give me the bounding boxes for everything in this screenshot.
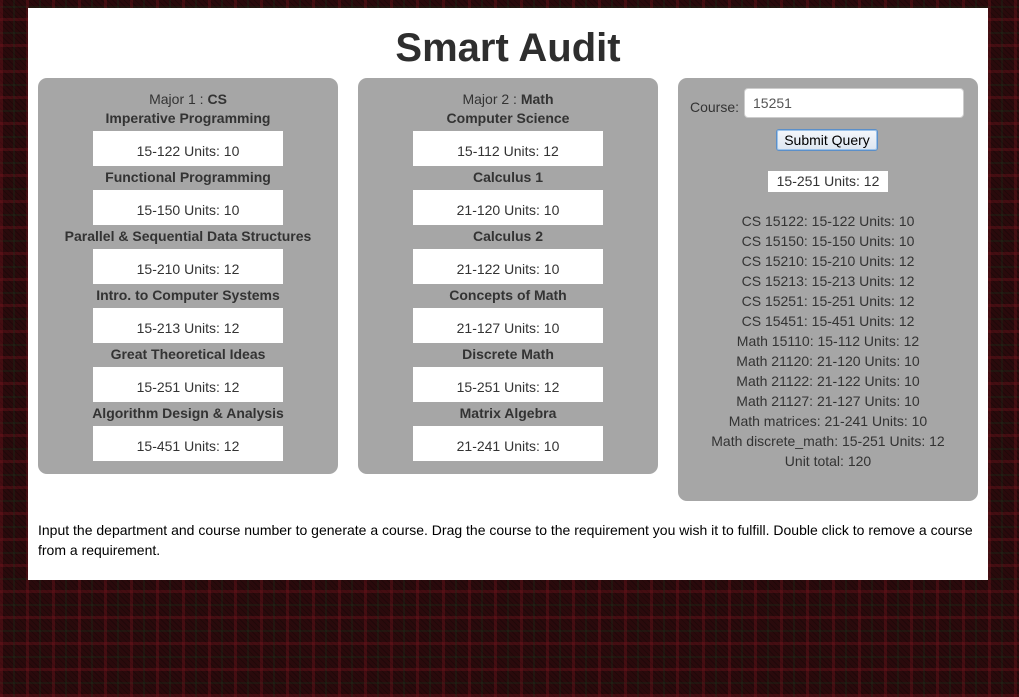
requirement-drop-slot[interactable]: 21-122 Units: 10 (413, 249, 603, 284)
major-1-name: CS (207, 91, 227, 107)
summary-item: CS 15150: 15-150 Units: 10 (741, 233, 915, 249)
major-2-label: Major 2 : (462, 91, 521, 107)
requirement-discrete-math: Discrete Math 15-251 Units: 12 (358, 345, 658, 404)
submit-query-button[interactable]: Submit Query (776, 129, 878, 151)
major-2-name: Math (520, 91, 554, 107)
course-summary-list: CS 15122: 15-122 Units: 10 CS 15150: 15-… (678, 211, 978, 471)
major-1-heading: Major 1 : CS (38, 90, 338, 108)
requirement-drop-slot[interactable]: 15-251 Units: 12 (93, 367, 283, 402)
requirement-title: Matrix Algebra (459, 405, 557, 421)
summary-item: Math matrices: 21-241 Units: 10 (728, 413, 928, 429)
requirement-matrix-algebra: Matrix Algebra 21-241 Units: 10 (358, 404, 658, 463)
requirement-algorithm-design-analysis: Algorithm Design & Analysis 15-451 Units… (38, 404, 338, 463)
requirement-title: Imperative Programming (105, 110, 271, 126)
page-title: Smart Audit (395, 26, 621, 70)
course-input[interactable] (744, 88, 964, 118)
requirement-title: Functional Programming (105, 169, 271, 185)
summary-item: CS 15210: 15-210 Units: 12 (741, 253, 915, 269)
requirement-drop-slot[interactable]: 21-127 Units: 10 (413, 308, 603, 343)
requirement-drop-slot[interactable]: 15-251 Units: 12 (413, 367, 603, 402)
requirement-parallel-sequential-data-structures: Parallel & Sequential Data Structures 15… (38, 227, 338, 286)
summary-item: CS 15213: 15-213 Units: 12 (741, 273, 915, 289)
summary-item: Math discrete_math: 15-251 Units: 12 (711, 433, 945, 449)
summary-item: CS 15251: 15-251 Units: 12 (741, 293, 915, 309)
requirement-title: Algorithm Design & Analysis (92, 405, 284, 421)
requirement-title: Calculus 1 (472, 169, 544, 185)
requirement-great-theoretical-ideas: Great Theoretical Ideas 15-251 Units: 12 (38, 345, 338, 404)
requirement-title: Computer Science (446, 110, 570, 126)
requirement-drop-slot[interactable]: 15-150 Units: 10 (93, 190, 283, 225)
main-page: Smart Audit Major 1 : CS Imperative Prog… (28, 8, 988, 580)
summary-item: Math 21122: 21-122 Units: 10 (736, 373, 920, 389)
summary-item: CS 15451: 15-451 Units: 12 (741, 313, 915, 329)
requirement-title: Intro. to Computer Systems (96, 287, 280, 303)
unit-total: Unit total: 120 (784, 453, 872, 469)
major-1-label: Major 1 : (149, 91, 208, 107)
requirement-drop-slot[interactable]: 21-241 Units: 10 (413, 426, 603, 461)
major-1-panel: Major 1 : CS Imperative Programming 15-1… (38, 78, 338, 474)
summary-item: Math 21127: 21-127 Units: 10 (736, 393, 920, 409)
requirement-drop-slot[interactable]: 15-122 Units: 10 (93, 131, 283, 166)
requirement-computer-science: Computer Science 15-112 Units: 12 (358, 109, 658, 168)
requirement-concepts-of-math: Concepts of Math 21-127 Units: 10 (358, 286, 658, 345)
requirement-calculus-2: Calculus 2 21-122 Units: 10 (358, 227, 658, 286)
requirement-intro-computer-systems: Intro. to Computer Systems 15-213 Units:… (38, 286, 338, 345)
instructions-text: Input the department and course number t… (38, 522, 973, 558)
course-form: Course: (690, 88, 966, 118)
requirement-title: Great Theoretical Ideas (110, 346, 266, 362)
requirement-drop-slot[interactable]: 15-112 Units: 12 (413, 131, 603, 166)
requirement-drop-slot[interactable]: 21-120 Units: 10 (413, 190, 603, 225)
requirement-imperative-programming: Imperative Programming 15-122 Units: 10 (38, 109, 338, 168)
requirement-title: Parallel & Sequential Data Structures (64, 228, 312, 244)
requirement-title: Concepts of Math (449, 287, 567, 303)
requirement-drop-slot[interactable]: 15-451 Units: 12 (93, 426, 283, 461)
requirement-calculus-1: Calculus 1 21-120 Units: 10 (358, 168, 658, 227)
summary-item: Math 15110: 15-112 Units: 12 (736, 333, 920, 349)
summary-item: CS 15122: 15-122 Units: 10 (741, 213, 915, 229)
course-label: Course: (690, 99, 740, 115)
requirement-drop-slot[interactable]: 15-210 Units: 12 (93, 249, 283, 284)
requirement-drop-slot[interactable]: 15-213 Units: 12 (93, 308, 283, 343)
major-2-heading: Major 2 : Math (358, 90, 658, 108)
requirement-title: Calculus 2 (472, 228, 544, 244)
generated-course-draggable[interactable]: 15-251 Units: 12 (768, 171, 888, 192)
requirement-title: Discrete Math (462, 346, 554, 362)
course-panel: Course: Submit Query 15-251 Units: 12 CS… (678, 78, 978, 501)
requirement-functional-programming: Functional Programming 15-150 Units: 10 (38, 168, 338, 227)
major-2-panel: Major 2 : Math Computer Science 15-112 U… (358, 78, 658, 474)
summary-item: Math 21120: 21-120 Units: 10 (736, 353, 920, 369)
